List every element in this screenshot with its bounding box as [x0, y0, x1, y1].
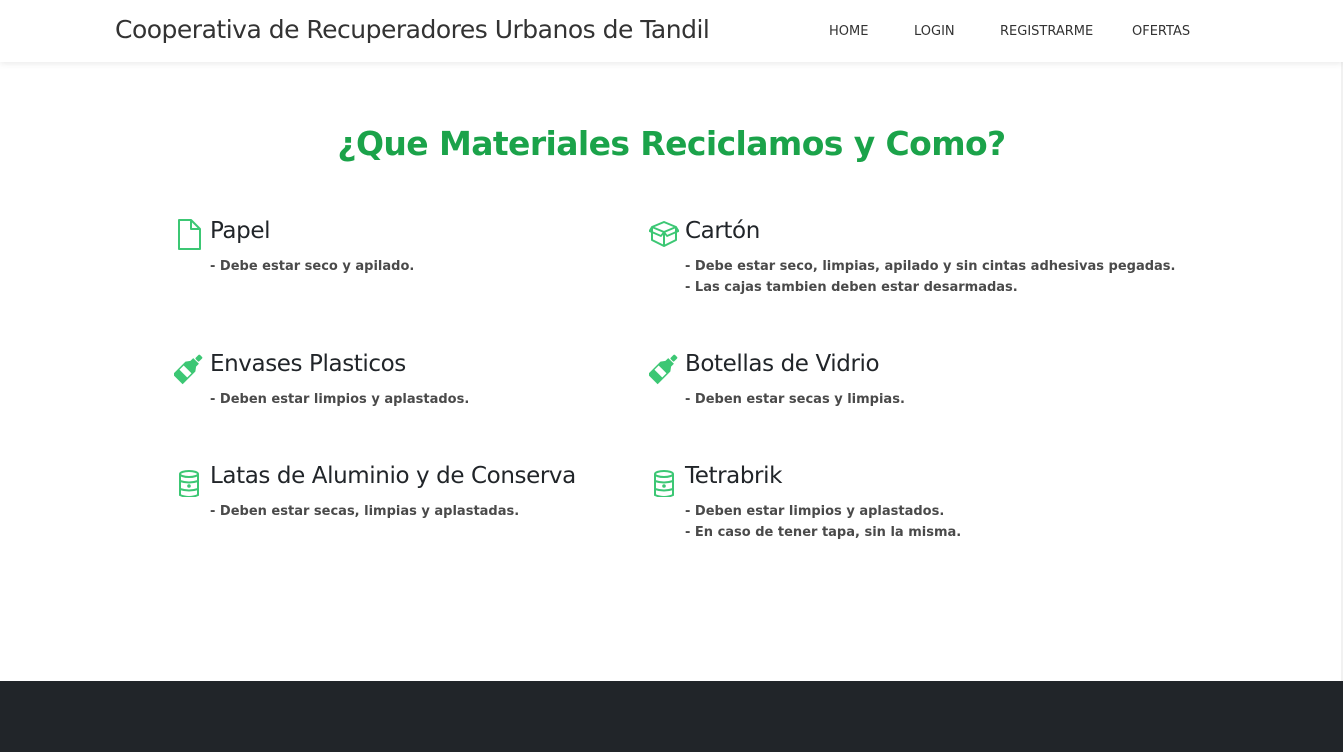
material-name: Tetrabrik [685, 463, 783, 489]
material-name: Latas de Aluminio y de Conserva [210, 463, 576, 489]
rule-item: - En caso de tener tapa, sin la misma. [685, 525, 962, 540]
material-name: Papel [210, 218, 271, 244]
rule-item: - Las cajas tambien deben estar desarmad… [685, 280, 1018, 295]
rule-item: - Deben estar secas, limpias y aplastada… [210, 504, 520, 519]
rule-list: - Deben estar limpios y aplastados. - En… [685, 501, 961, 543]
rule-list: - Deben estar limpios y aplastados. [210, 389, 469, 410]
rule-list: - Debe estar seco y apilado. [210, 256, 414, 277]
material-name: Cartón [685, 218, 760, 244]
nav-home[interactable]: HOME [829, 24, 868, 39]
footer [0, 681, 1343, 752]
rule-item: - Debe estar seco y apilado. [210, 259, 415, 274]
site-brand[interactable]: Cooperativa de Recuperadores Urbanos de … [115, 15, 710, 44]
box-icon [649, 221, 679, 247]
can-icon [179, 470, 199, 497]
rule-item: - Deben estar limpios y aplastados. [685, 504, 945, 519]
rule-item: - Deben estar limpios y aplastados. [210, 392, 470, 407]
nav-login[interactable]: LOGIN [914, 24, 955, 39]
rule-item: - Deben estar secas y limpias. [685, 392, 905, 407]
file-icon [178, 219, 201, 250]
bottle-icon [649, 354, 678, 385]
navbar: Cooperativa de Recuperadores Urbanos de … [0, 0, 1343, 62]
nav-offers[interactable]: OFERTAS [1132, 24, 1190, 39]
bottle-icon [174, 354, 203, 385]
can-icon [654, 470, 674, 497]
material-name: Envases Plasticos [210, 351, 406, 377]
rule-list: - Debe estar seco, limpias, apilado y si… [685, 256, 1175, 298]
section-title: ¿Que Materiales Reciclamos y Como? [337, 124, 1006, 163]
nav-register[interactable]: REGISTRARME [1000, 24, 1093, 39]
rule-list: - Deben estar secas y limpias. [685, 389, 905, 410]
rule-list: - Deben estar secas, limpias y aplastada… [210, 501, 519, 522]
material-name: Botellas de Vidrio [685, 351, 880, 377]
rule-item: - Debe estar seco, limpias, apilado y si… [685, 259, 1176, 274]
